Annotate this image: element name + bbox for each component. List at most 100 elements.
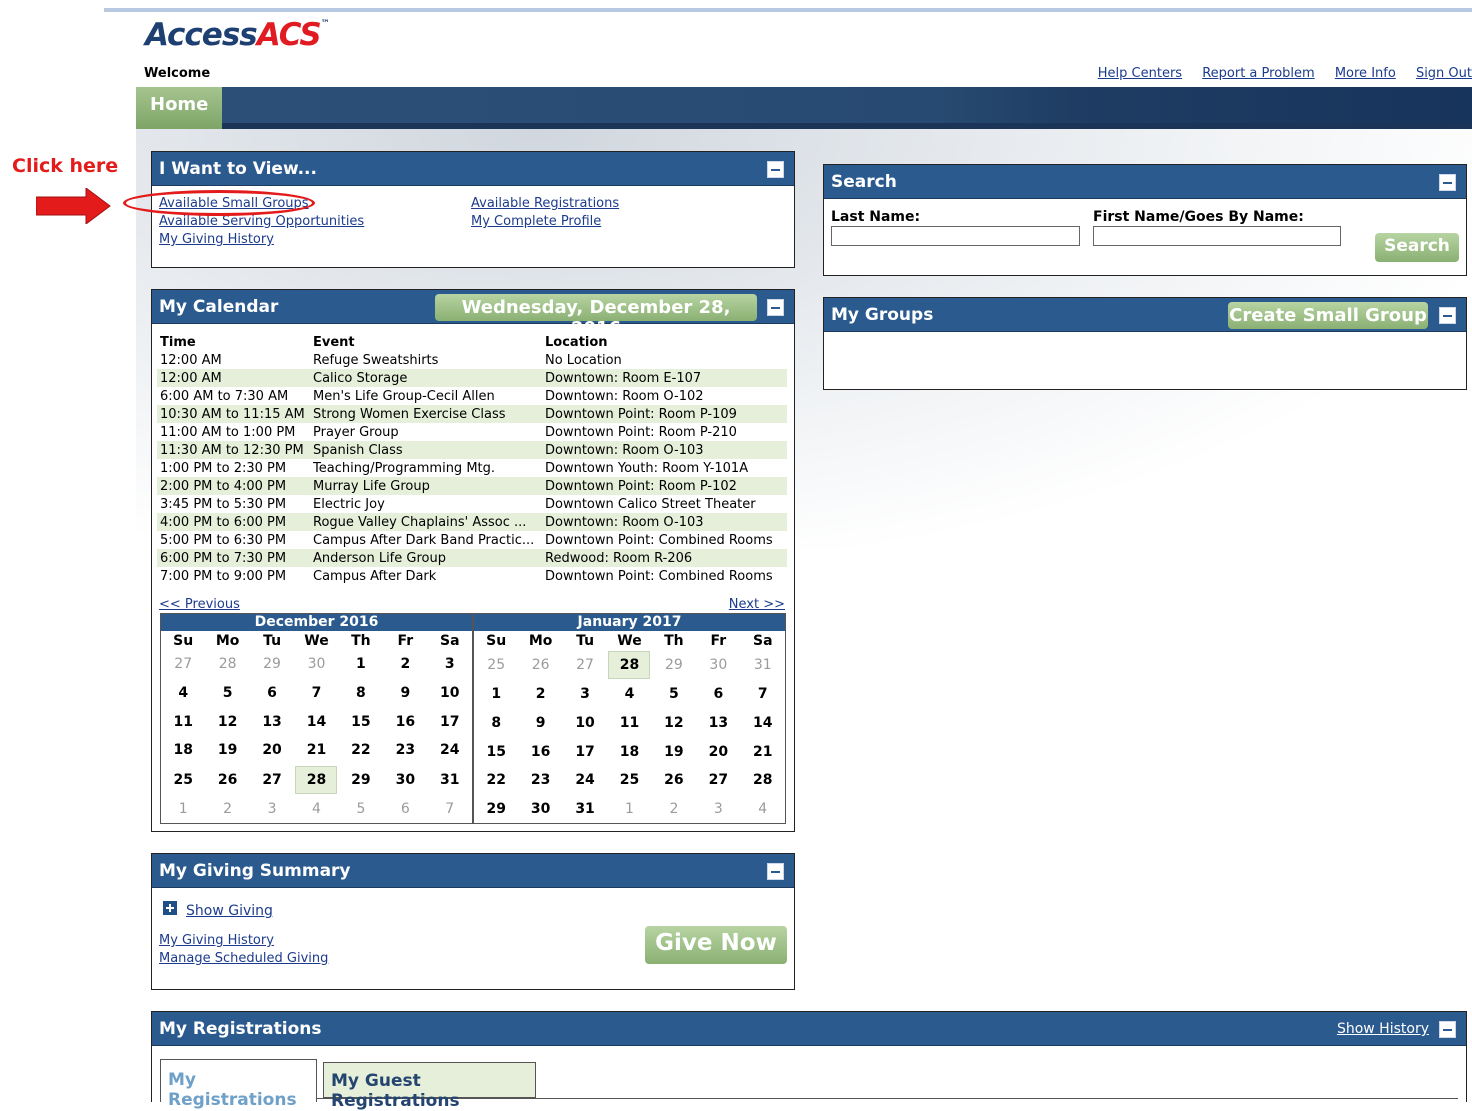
calendar-day[interactable]: 5 [652,680,696,709]
calendar-day[interactable]: 17 [563,737,607,766]
calendar-day[interactable]: 11 [607,709,651,738]
calendar-day[interactable]: 23 [383,736,427,765]
calendar-day[interactable]: 29 [652,650,696,680]
calendar-day[interactable]: 28 [294,765,338,795]
calendar-day[interactable]: 15 [474,737,518,766]
table-row[interactable]: 2:00 PM to 4:00 PM Murray Life Group Downt… [157,477,787,495]
calendar-day[interactable]: 17 [428,707,472,736]
table-row[interactable]: 10:30 AM to 11:15 AM Strong Women Exercis… [157,405,787,423]
calendar-day[interactable]: 8 [474,709,518,738]
table-row[interactable]: 12:00 AM Calico Storage Downtown: Room E-1… [157,369,787,387]
minimize-icon[interactable] [767,161,784,178]
my-complete-profile-link[interactable]: My Complete Profile [471,214,601,229]
minimize-icon[interactable] [1439,174,1456,191]
table-row[interactable]: 7:00 PM to 9:00 PM Campus After Dark Downt… [157,567,787,585]
calendar-day[interactable]: 28 [741,766,785,795]
calendar-day[interactable]: 9 [383,679,427,708]
minimize-icon[interactable] [767,863,784,880]
calendar-day[interactable]: 30 [696,650,740,680]
create-small-group-button[interactable]: Create Small Group [1228,302,1428,329]
calendar-day[interactable]: 28 [607,650,651,680]
calendar-day[interactable]: 29 [250,650,294,679]
calendar-day[interactable]: 4 [741,795,785,824]
calendar-day[interactable]: 2 [383,650,427,679]
calendar-day[interactable]: 3 [563,680,607,709]
calendar-date-button[interactable]: Wednesday, December 28, 2016 [435,294,757,339]
calendar-day[interactable]: 4 [294,795,338,824]
calendar-day[interactable]: 12 [205,707,249,736]
table-row[interactable]: 5:00 PM to 6:30 PM Campus After Dark Band… [157,531,787,549]
minimize-icon[interactable] [1439,1021,1456,1038]
calendar-day[interactable]: 3 [428,650,472,679]
sign-out-link[interactable]: Sign Out [1416,66,1472,81]
calendar-day[interactable]: 7 [428,795,472,824]
calendar-day[interactable]: 10 [428,679,472,708]
available-serving-link[interactable]: Available Serving Opportunities [159,214,364,229]
calendar-day[interactable]: 16 [518,737,562,766]
calendar-day[interactable]: 1 [339,650,383,679]
table-row[interactable]: 11:00 AM to 1:00 PM Prayer Group Downtown … [157,423,787,441]
calendar-day[interactable]: 24 [563,766,607,795]
calendar-day[interactable]: 30 [294,650,338,679]
more-info-link[interactable]: More Info [1335,66,1396,81]
tab-my-guest-registrations[interactable]: My Guest Registrations [323,1062,536,1111]
expand-plus-icon[interactable] [163,901,177,915]
calendar-day[interactable]: 1 [161,795,205,824]
calendar-day[interactable]: 31 [428,765,472,795]
calendar-day[interactable]: 29 [474,795,518,824]
calendar-day[interactable]: 21 [741,737,785,766]
calendar-day[interactable]: 25 [474,650,518,680]
last-name-input[interactable] [831,226,1080,246]
calendar-day[interactable]: 6 [696,680,740,709]
my-giving-history-link[interactable]: My Giving History [159,232,274,247]
calendar-day[interactable]: 10 [563,709,607,738]
calendar-day[interactable]: 6 [383,795,427,824]
calendar-day[interactable]: 26 [205,765,249,795]
tab-my-registrations[interactable]: My Registrations [160,1059,317,1110]
calendar-day[interactable]: 30 [518,795,562,824]
table-row[interactable]: 3:45 PM to 5:30 PM Electric Joy Downtown C… [157,495,787,513]
table-row[interactable]: 12:00 AM Refuge Sweatshirts No Location [157,351,787,369]
calendar-day[interactable]: 9 [518,709,562,738]
available-registrations-link[interactable]: Available Registrations [471,196,619,211]
manage-scheduled-giving-link[interactable]: Manage Scheduled Giving [159,951,328,966]
calendar-day[interactable]: 22 [339,736,383,765]
minimize-icon[interactable] [1439,307,1456,324]
calendar-day[interactable]: 28 [205,650,249,679]
calendar-day[interactable]: 27 [161,650,205,679]
calendar-day[interactable]: 8 [339,679,383,708]
minimize-icon[interactable] [767,299,784,316]
calendar-day[interactable]: 6 [250,679,294,708]
selected-day[interactable]: 28 [295,765,338,794]
calendar-day[interactable]: 20 [250,736,294,765]
calendar-day[interactable]: 2 [652,795,696,824]
calendar-day[interactable]: 19 [205,736,249,765]
table-row[interactable]: 4:00 PM to 6:00 PM Rogue Valley Chaplains… [157,513,787,531]
calendar-day[interactable]: 16 [383,707,427,736]
calendar-day[interactable]: 26 [518,650,562,680]
table-row[interactable]: 6:00 AM to 7:30 AM Men's Life Group-Cecil… [157,387,787,405]
show-giving-link[interactable]: Show Giving [186,903,273,919]
calendar-day[interactable]: 18 [607,737,651,766]
calendar-day[interactable]: 20 [696,737,740,766]
search-button[interactable]: Search [1375,233,1459,262]
calendar-day[interactable]: 11 [161,707,205,736]
calendar-day[interactable]: 27 [250,765,294,795]
help-centers-link[interactable]: Help Centers [1098,66,1182,81]
previous-link[interactable]: << Previous [159,597,240,612]
calendar-day[interactable]: 4 [161,679,205,708]
calendar-day[interactable]: 21 [294,736,338,765]
calendar-day[interactable]: 25 [607,766,651,795]
calendar-day[interactable]: 18 [161,736,205,765]
table-row[interactable]: 1:00 PM to 2:30 PM Teaching/Programming M… [157,459,787,477]
tab-home[interactable]: Home [136,87,222,129]
giving-history-link[interactable]: My Giving History [159,933,274,948]
calendar-day[interactable]: 29 [339,765,383,795]
calendar-day[interactable]: 14 [741,709,785,738]
calendar-day[interactable]: 26 [652,766,696,795]
table-row[interactable]: 11:30 AM to 12:30 PM Spanish Class Downtow… [157,441,787,459]
report-problem-link[interactable]: Report a Problem [1202,66,1314,81]
calendar-day[interactable]: 25 [161,765,205,795]
calendar-day[interactable]: 13 [696,709,740,738]
calendar-day[interactable]: 31 [741,650,785,680]
